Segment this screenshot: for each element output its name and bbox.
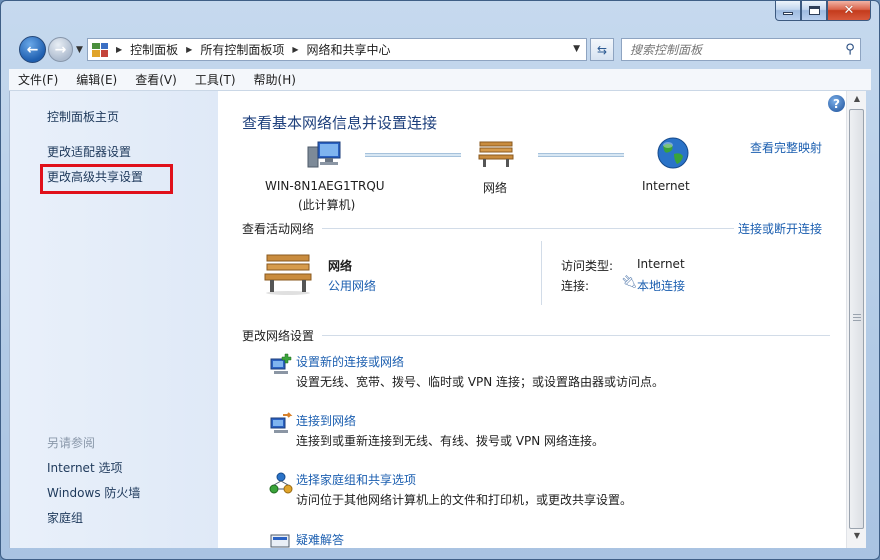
plug-icon: 🔌︎ (621, 275, 638, 290)
see-also-internet-options[interactable]: Internet 选项 (47, 459, 122, 476)
globe-icon[interactable] (656, 136, 690, 170)
page-title: 查看基本网络信息并设置连接 (242, 114, 438, 132)
caption-buttons: ✕ (775, 1, 871, 23)
back-arrow-icon: ← (26, 41, 39, 58)
address-dropdown-icon[interactable]: ▼ (573, 44, 580, 54)
connect-to-network-desc: 连接到或重新连接到无线、有线、拨号或 VPN 网络连接。 (296, 434, 605, 448)
back-button[interactable]: ← (19, 36, 46, 63)
main-content: 查看基本网络信息并设置连接 查看完整映射 WIN-8N1AEG1TRQU (此计… (218, 91, 846, 548)
vertical-divider (541, 241, 542, 305)
breadcrumb-separator-icon[interactable]: ▶ (186, 45, 192, 54)
minimize-icon (783, 12, 793, 15)
address-bar[interactable]: ▶ 控制面板 ▶ 所有控制面板项 ▶ 网络和共享中心 ▼ (87, 38, 587, 61)
troubleshoot-link[interactable]: 疑难解答 (296, 531, 344, 548)
sidebar: 控制面板主页 更改适配器设置 更改高级共享设置 另请参阅 Internet 选项… (10, 91, 218, 548)
computer-sub-label: (此计算机) (298, 198, 356, 212)
homegroup-sharing-desc: 访问位于其他网络计算机上的文件和打印机，或更改共享设置。 (296, 493, 633, 507)
map-connection-line (538, 153, 624, 157)
setup-new-connection-link[interactable]: 设置新的连接或网络 (296, 353, 404, 370)
computer-name-label: WIN-8N1AEG1TRQU (265, 179, 385, 193)
bench-icon[interactable] (478, 138, 514, 168)
access-type-label: 访问类型: (561, 259, 614, 273)
sidebar-link-adapter-settings[interactable]: 更改适配器设置 (47, 143, 131, 160)
grip-icon (853, 314, 861, 321)
see-also-homegroup[interactable]: 家庭组 (47, 509, 83, 526)
minimize-button[interactable] (775, 1, 801, 21)
menu-file[interactable]: 文件(F) (9, 71, 67, 88)
refresh-icon: ⇆ (596, 42, 608, 57)
navigation-bar: ← → ▼ ▶ 控制面板 ▶ 所有控制面板项 ▶ 网络和共享中心 ▼ ⇆ ⚲ (15, 35, 867, 65)
search-icon[interactable]: ⚲ (840, 40, 860, 60)
maximize-button[interactable] (801, 1, 827, 21)
maximize-icon (808, 6, 820, 15)
view-full-map-link[interactable]: 查看完整映射 (750, 139, 822, 156)
control-panel-icon (92, 42, 108, 57)
client-area: 控制面板主页 更改适配器设置 更改高级共享设置 另请参阅 Internet 选项… (9, 91, 866, 548)
search-box: ⚲ (621, 38, 861, 61)
bench-large-icon (264, 254, 312, 295)
menu-bar: 文件(F) 编辑(E) 查看(V) 工具(T) 帮助(H) (9, 69, 871, 91)
local-connection-link[interactable]: 本地连接 (637, 277, 685, 294)
scroll-down-icon[interactable]: ▼ (850, 531, 864, 545)
homegroup-sharing-link[interactable]: 选择家庭组和共享选项 (296, 471, 416, 488)
connect-disconnect-link[interactable]: 连接或断开连接 (738, 220, 822, 237)
refresh-button[interactable]: ⇆ (590, 38, 614, 61)
setup-new-connection-desc: 设置无线、宽带、拨号、临时或 VPN 连接；或设置路由器或访问点。 (296, 375, 665, 389)
map-connection-line (365, 153, 461, 157)
change-settings-heading: 更改网络设置 (242, 329, 315, 343)
see-also-windows-firewall[interactable]: Windows 防火墙 (47, 484, 140, 501)
breadcrumb-separator-icon[interactable]: ▶ (116, 45, 122, 54)
menu-view[interactable]: 查看(V) (126, 71, 186, 88)
sidebar-link-home[interactable]: 控制面板主页 (47, 108, 119, 125)
network-map-label: 网络 (483, 181, 508, 195)
network-sharing-center-window: ✕ ← → ▼ ▶ 控制面板 ▶ 所有控制面板项 ▶ 网络和共享中心 ▼ ⇆ ⚲… (0, 0, 880, 560)
breadcrumb-all-items[interactable]: 所有控制面板项 (200, 41, 284, 58)
highlight-box (40, 164, 173, 194)
vertical-scrollbar[interactable]: ▲ ▼ (846, 91, 866, 548)
computer-icon[interactable] (306, 138, 346, 172)
menu-tools[interactable]: 工具(T) (186, 71, 245, 88)
help-icon[interactable]: ? (828, 95, 845, 112)
connect-network-icon (270, 412, 293, 433)
active-networks-heading: 查看活动网络 (242, 222, 315, 236)
divider (322, 335, 830, 336)
breadcrumb-control-panel[interactable]: 控制面板 (130, 41, 178, 58)
internet-map-label: Internet (642, 179, 690, 193)
menu-edit[interactable]: 编辑(E) (67, 71, 126, 88)
forward-arrow-icon: → (54, 41, 67, 58)
recent-pages-dropdown[interactable]: ▼ (76, 45, 83, 55)
new-connection-icon (270, 353, 292, 374)
scroll-up-icon[interactable]: ▲ (850, 94, 864, 108)
forward-button[interactable]: → (48, 37, 73, 62)
access-type-value: Internet (637, 257, 685, 271)
divider (322, 228, 734, 229)
breadcrumb: ▶ 控制面板 ▶ 所有控制面板项 ▶ 网络和共享中心 (108, 41, 391, 58)
connection-label: 连接: (561, 279, 590, 293)
search-input[interactable] (622, 42, 840, 57)
public-network-link[interactable]: 公用网络 (328, 277, 376, 294)
connect-to-network-link[interactable]: 连接到网络 (296, 412, 356, 429)
homegroup-icon (269, 472, 293, 494)
troubleshoot-icon (270, 534, 290, 548)
breadcrumb-network-center[interactable]: 网络和共享中心 (307, 41, 391, 58)
see-also-heading: 另请参阅 (47, 436, 96, 450)
scrollbar-thumb[interactable] (849, 109, 864, 529)
close-button[interactable]: ✕ (827, 1, 871, 21)
active-network-name: 网络 (328, 259, 353, 273)
breadcrumb-separator-icon[interactable]: ▶ (292, 45, 298, 54)
close-icon: ✕ (843, 3, 855, 18)
menu-help[interactable]: 帮助(H) (245, 71, 305, 88)
